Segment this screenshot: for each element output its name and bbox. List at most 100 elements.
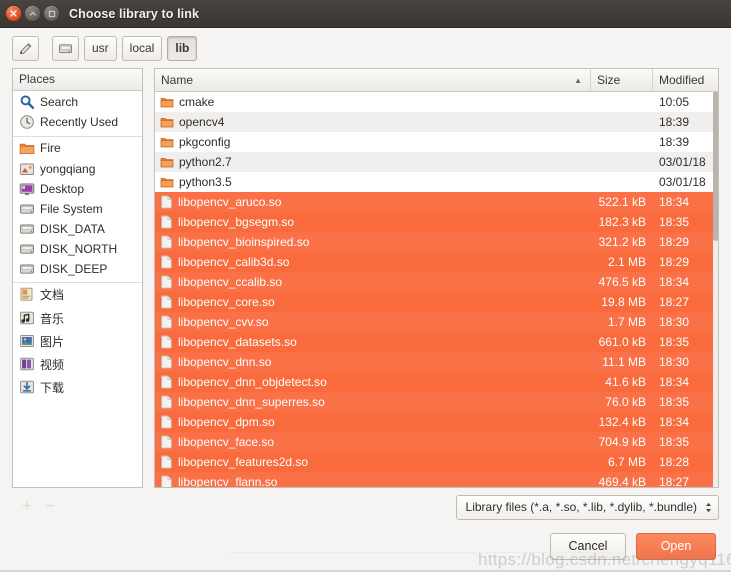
scrollbar-thumb[interactable] — [713, 91, 718, 241]
file-icon — [160, 235, 173, 249]
file-icon — [161, 195, 172, 209]
sidebar-item-4[interactable]: yongqiang — [13, 159, 142, 179]
sidebar-item-5[interactable]: Desktop — [13, 179, 142, 199]
table-row[interactable]: libopencv_dpm.so 132.4 kB 18:34 — [155, 412, 718, 432]
table-row[interactable]: libopencv_cvv.so 1.7 MB 18:30 — [155, 312, 718, 332]
path-button-local[interactable]: local — [121, 35, 163, 61]
table-row[interactable]: libopencv_dnn.so 11.1 MB 18:30 — [155, 352, 718, 372]
file-type-filter-value: Library files (*.a, *.so, *.lib, *.dylib… — [465, 500, 697, 514]
music-icon — [19, 310, 35, 326]
file-modified-cell: 10:05 — [659, 95, 690, 109]
file-icon — [160, 455, 173, 469]
column-header-size[interactable]: Size — [591, 69, 653, 91]
file-size-cell: 6.7 MB — [607, 455, 646, 469]
file-size-cell: 41.6 kB — [605, 375, 646, 389]
path-toolbar: usr local lib — [0, 28, 731, 68]
sidebar-item-8[interactable]: DISK_NORTH — [13, 239, 142, 259]
table-row[interactable]: python2.7 03/01/18 — [155, 152, 718, 172]
table-row[interactable]: libopencv_dnn_superres.so 76.0 kB 18:35 — [155, 392, 718, 412]
file-name-cell: libopencv_ccalib.so — [155, 275, 591, 289]
file-name-label: libopencv_dnn_superres.so — [178, 395, 325, 409]
table-row[interactable]: libopencv_aruco.so 522.1 kB 18:34 — [155, 192, 718, 212]
drive-icon — [19, 241, 35, 257]
sidebar-item-11[interactable]: 音乐 — [13, 308, 142, 328]
cancel-button[interactable]: Cancel — [550, 532, 626, 560]
file-name-cell: libopencv_calib3d.so — [155, 255, 591, 269]
table-row[interactable]: libopencv_core.so 19.8 MB 18:27 — [155, 292, 718, 312]
videos-icon — [19, 356, 35, 372]
search-icon — [19, 94, 35, 110]
minimize-icon[interactable] — [25, 6, 40, 21]
file-name-label: libopencv_aruco.so — [178, 195, 282, 209]
downloads-icon — [19, 379, 35, 395]
table-row[interactable]: libopencv_bgsegm.so 182.3 kB 18:35 — [155, 212, 718, 232]
sidebar-item-label: yongqiang — [40, 162, 96, 176]
file-name-cell: libopencv_features2d.so — [155, 455, 591, 469]
table-row[interactable]: libopencv_features2d.so 6.7 MB 18:28 — [155, 452, 718, 472]
sidebar-item-label: 音乐 — [40, 311, 65, 326]
table-row[interactable]: cmake 10:05 — [155, 92, 718, 112]
table-row[interactable]: python3.5 03/01/18 — [155, 172, 718, 192]
add-bookmark-button[interactable]: + — [22, 499, 31, 515]
file-icon — [161, 295, 172, 309]
folder-icon — [160, 118, 174, 128]
close-icon[interactable] — [6, 6, 21, 21]
file-modified-cell: 03/01/18 — [659, 155, 706, 169]
file-icon — [161, 335, 172, 349]
table-row[interactable]: libopencv_calib3d.so 2.1 MB 18:29 — [155, 252, 718, 272]
sidebar-item-3[interactable]: Fire — [13, 136, 142, 159]
filesystem-root-button[interactable] — [52, 35, 79, 61]
sidebar-item-label: Desktop — [40, 182, 85, 196]
path-button-lib[interactable]: lib — [167, 35, 198, 61]
file-type-filter-select[interactable]: Library files (*.a, *.so, *.lib, *.dylib… — [455, 494, 719, 520]
recent-icon — [19, 114, 35, 130]
sidebar-item-14[interactable]: 下载 — [13, 377, 142, 397]
sidebar-item-1[interactable]: Search — [13, 92, 142, 112]
sidebar-item-12[interactable]: 图片 — [13, 331, 142, 351]
file-icon — [161, 435, 172, 449]
open-button[interactable]: Open — [636, 532, 716, 560]
file-name-cell: cmake — [155, 95, 591, 109]
sidebar-item-2[interactable]: Recently Used — [13, 112, 142, 132]
sidebar-item-label: DISK_NORTH — [40, 242, 118, 256]
file-size-cell: 2.1 MB — [607, 255, 646, 269]
file-modified-cell: 18:39 — [659, 115, 690, 129]
vertical-scrollbar[interactable] — [713, 91, 718, 487]
column-header-name[interactable]: Name ▲ — [155, 69, 591, 91]
sidebar-item-9[interactable]: DISK_DEEP — [13, 259, 142, 279]
file-modified-cell: 18:35 — [659, 215, 690, 229]
sidebar-item-6[interactable]: File System — [13, 199, 142, 219]
maximize-icon[interactable] — [44, 6, 59, 21]
sidebar-item-10[interactable]: 文档 — [13, 282, 142, 305]
file-modified-cell: 18:34 — [659, 375, 690, 389]
places-header: Places — [13, 69, 142, 91]
table-row[interactable]: libopencv_datasets.so 661.0 kB 18:35 — [155, 332, 718, 352]
file-modified-cell: 18:35 — [659, 435, 690, 449]
table-row[interactable]: libopencv_face.so 704.9 kB 18:35 — [155, 432, 718, 452]
sidebar-item-13[interactable]: 视频 — [13, 354, 142, 374]
file-size-cell: 182.3 kB — [598, 215, 646, 229]
edit-location-button[interactable] — [12, 35, 39, 61]
table-row[interactable]: pkgconfig 18:39 — [155, 132, 718, 152]
file-name-label: libopencv_ccalib.so — [178, 275, 283, 289]
column-header-modified[interactable]: Modified — [653, 69, 718, 91]
file-name-cell: libopencv_aruco.so — [155, 195, 591, 209]
file-modified-cell: 18:30 — [659, 315, 690, 329]
file-modified-cell: 18:39 — [659, 135, 690, 149]
file-size-cell: 76.0 kB — [605, 395, 646, 409]
remove-bookmark-button[interactable]: − — [45, 499, 54, 515]
table-row[interactable]: libopencv_flann.so 469.4 kB 18:27 — [155, 472, 718, 487]
sidebar-item-7[interactable]: DISK_DATA — [13, 219, 142, 239]
table-row[interactable]: libopencv_bioinspired.so 321.2 kB 18:29 — [155, 232, 718, 252]
drive-icon — [19, 221, 35, 237]
folder-icon — [160, 115, 174, 129]
table-row[interactable]: libopencv_ccalib.so 476.5 kB 18:34 — [155, 272, 718, 292]
file-icon — [161, 355, 172, 369]
table-row[interactable]: opencv4 18:39 — [155, 112, 718, 132]
file-icon — [160, 335, 173, 349]
file-name-label: libopencv_flann.so — [178, 475, 278, 487]
table-row[interactable]: libopencv_dnn_objdetect.so 41.6 kB 18:34 — [155, 372, 718, 392]
file-icon — [160, 355, 173, 369]
path-button-usr[interactable]: usr — [84, 35, 117, 61]
file-modified-cell: 18:35 — [659, 395, 690, 409]
